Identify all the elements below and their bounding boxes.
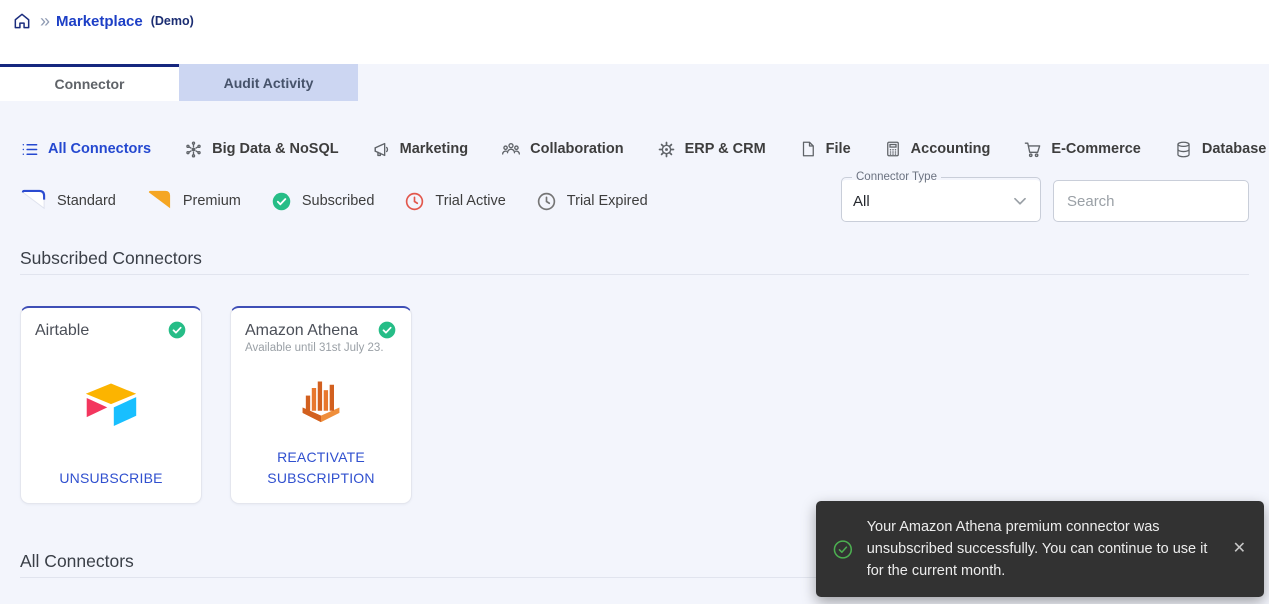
gear-icon bbox=[657, 140, 676, 159]
category-nav: All Connectors Big Data & NoSQL Marketin… bbox=[20, 137, 1249, 161]
subscribed-cards: Airtable UNSUBSCRIBE Amazon Athena bbox=[20, 306, 1249, 504]
toast-message: Your Amazon Athena premium connector was… bbox=[867, 516, 1218, 582]
connector-card-amazon-athena: Amazon Athena Available until 31st July … bbox=[230, 306, 412, 504]
section-divider bbox=[20, 274, 1249, 275]
trial-expired-clock-icon bbox=[536, 191, 557, 212]
category-marketing[interactable]: Marketing bbox=[372, 140, 469, 159]
calculator-icon bbox=[884, 140, 902, 158]
connector-type-select[interactable]: Connector Type All bbox=[841, 180, 1041, 222]
tab-connector[interactable]: Connector bbox=[0, 64, 179, 101]
availability-note: Available until 31st July 23. bbox=[245, 342, 397, 354]
breadcrumb-page[interactable]: Marketplace bbox=[56, 13, 143, 30]
amazon-athena-logo bbox=[295, 375, 347, 427]
home-icon[interactable] bbox=[12, 11, 32, 31]
category-database[interactable]: Database bbox=[1174, 140, 1266, 159]
chevron-down-icon bbox=[1009, 190, 1031, 212]
subscribed-badge-icon bbox=[377, 320, 397, 340]
connector-name: Amazon Athena bbox=[245, 320, 358, 341]
standard-corner-icon bbox=[20, 188, 47, 215]
legend-premium: Premium bbox=[146, 188, 241, 215]
trial-active-clock-icon bbox=[404, 191, 425, 212]
database-icon bbox=[1174, 140, 1193, 159]
breadcrumb-suffix: (Demo) bbox=[151, 14, 194, 28]
premium-corner-icon bbox=[146, 188, 173, 215]
search-input[interactable] bbox=[1053, 180, 1249, 222]
list-icon bbox=[20, 140, 39, 159]
unsubscribe-button[interactable]: UNSUBSCRIBE bbox=[35, 468, 187, 489]
category-erp-crm[interactable]: ERP & CRM bbox=[657, 140, 766, 159]
legend-subscribed: Subscribed bbox=[271, 191, 375, 212]
connector-card-airtable: Airtable UNSUBSCRIBE bbox=[20, 306, 202, 504]
legend-trial-active: Trial Active bbox=[404, 191, 505, 212]
breadcrumb: » Marketplace (Demo) bbox=[12, 11, 1257, 31]
file-icon bbox=[799, 140, 817, 158]
top-header: » Marketplace (Demo) bbox=[0, 0, 1269, 64]
category-file[interactable]: File bbox=[799, 140, 851, 158]
category-accounting[interactable]: Accounting bbox=[884, 140, 991, 158]
status-legend: Standard Premium Subscribed bbox=[20, 188, 648, 215]
subscribed-badge-icon bbox=[167, 320, 187, 340]
filter-row: Standard Premium Subscribed bbox=[20, 180, 1249, 222]
tab-bar-filler bbox=[358, 64, 1269, 101]
megaphone-icon bbox=[372, 140, 391, 159]
category-e-commerce[interactable]: E-Commerce bbox=[1023, 140, 1140, 159]
subscribed-connectors-title: Subscribed Connectors bbox=[20, 247, 1249, 269]
tab-audit-activity[interactable]: Audit Activity bbox=[179, 64, 358, 101]
tab-bar: Connector Audit Activity bbox=[0, 64, 1269, 101]
hub-icon bbox=[184, 140, 203, 159]
toast-notification: Your Amazon Athena premium connector was… bbox=[816, 501, 1264, 597]
reactivate-subscription-button[interactable]: REACTIVATE SUBSCRIPTION bbox=[245, 447, 397, 489]
subscribed-check-icon bbox=[271, 191, 292, 212]
connector-name: Airtable bbox=[35, 320, 89, 341]
category-collaboration[interactable]: Collaboration bbox=[501, 139, 623, 159]
category-all-connectors[interactable]: All Connectors bbox=[20, 140, 151, 159]
people-icon bbox=[501, 139, 521, 159]
legend-standard: Standard bbox=[20, 188, 116, 215]
breadcrumb-separator-icon: » bbox=[40, 11, 48, 31]
connector-type-label: Connector Type bbox=[852, 171, 941, 183]
close-icon[interactable]: ✕ bbox=[1231, 539, 1248, 559]
cart-icon bbox=[1023, 140, 1042, 159]
success-check-icon bbox=[832, 538, 854, 561]
connector-type-value: All bbox=[853, 193, 870, 210]
legend-trial-expired: Trial Expired bbox=[536, 191, 648, 212]
airtable-logo bbox=[83, 381, 139, 429]
category-big-data-nosql[interactable]: Big Data & NoSQL bbox=[184, 140, 338, 159]
